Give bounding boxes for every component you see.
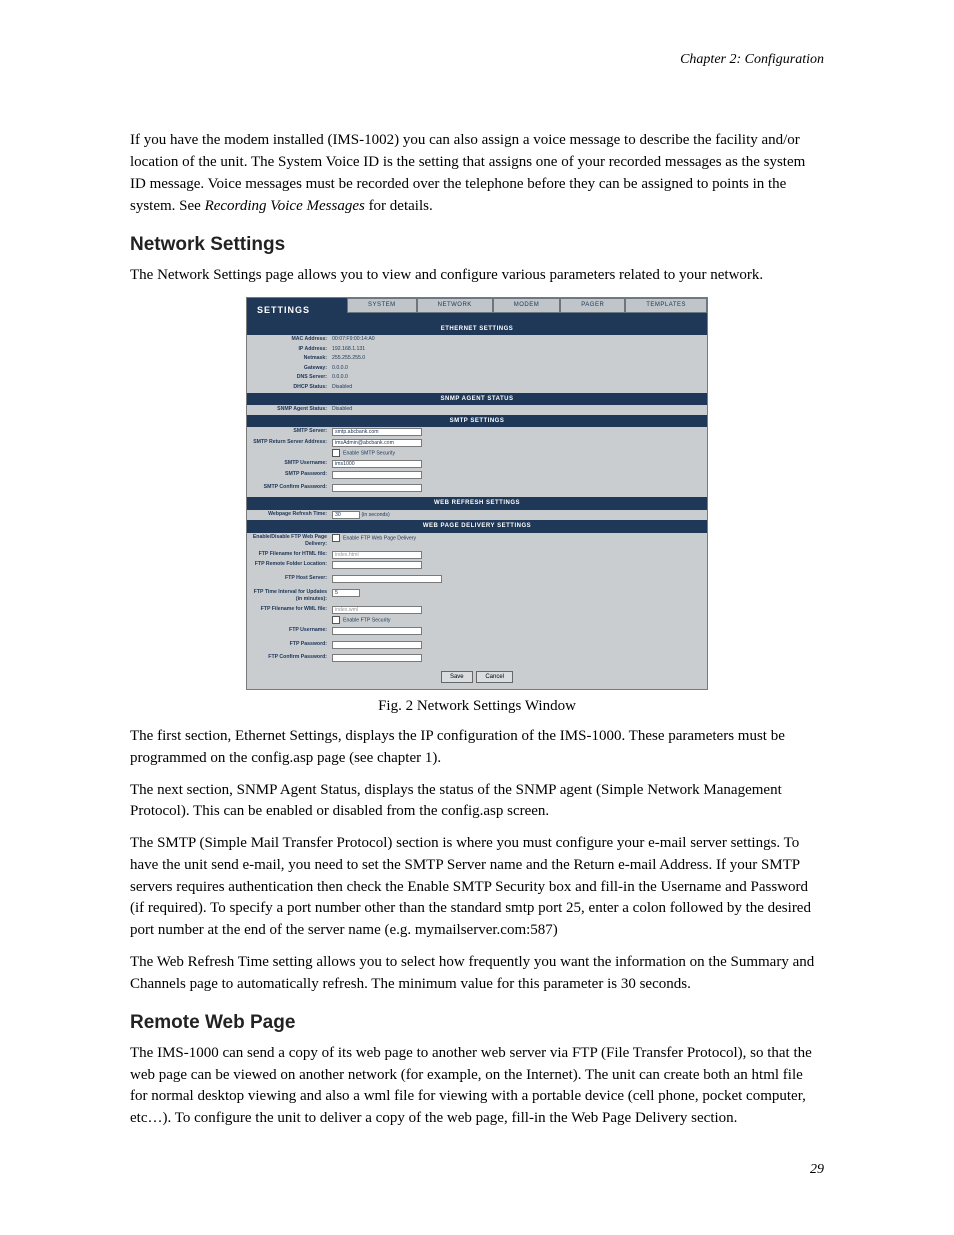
refresh-label: Webpage Refresh Time: [247, 511, 330, 520]
refresh-units: (in seconds) [361, 512, 389, 518]
smtp-cpwd-input[interactable] [332, 484, 422, 492]
ftp-pwd-input[interactable] [332, 641, 422, 649]
tab-network[interactable]: NETWORK [417, 298, 493, 313]
section-wpd: WEB PAGE DELIVERY SETTINGS [247, 520, 707, 533]
tab-pager[interactable]: PAGER [560, 298, 625, 313]
ftp-security-text: Enable FTP Security [343, 618, 390, 624]
gateway-label: Gateway: [247, 365, 330, 373]
para-ethernet: The first section, Ethernet Settings, di… [130, 726, 824, 770]
ss-title: SETTINGS [247, 298, 347, 323]
ftp-html-input[interactable]: index.html [332, 551, 422, 559]
smtp-server-label: SMTP Server: [247, 428, 330, 437]
ip-label: IP Address: [247, 346, 330, 354]
mac-label: MAC Address: [247, 336, 330, 344]
snmp-value: Disabled [330, 406, 707, 414]
para-smtp: The SMTP (Simple Mail Transfer Protocol)… [130, 833, 824, 942]
tab-modem[interactable]: MODEM [493, 298, 560, 313]
dns-value: 0.0.0.0 [330, 374, 707, 382]
smtp-user-label: SMTP Username: [247, 460, 330, 469]
section-web-refresh: WEB REFRESH SETTINGS [247, 497, 707, 510]
section-snmp: SNMP AGENT STATUS [247, 393, 707, 406]
ftp-wml-label: FTP Filename for WML file: [247, 606, 330, 615]
intro-em: Recording Voice Messages [205, 198, 365, 214]
chapter-header: Chapter 2: Configuration [130, 50, 824, 70]
smtp-pwd-label: SMTP Password: [247, 471, 330, 483]
network-settings-screenshot: SETTINGS SYSTEM NETWORK MODEM PAGER TEMP… [246, 297, 708, 691]
section-smtp: SMTP SETTINGS [247, 415, 707, 428]
ip-value: 192.168.1.131 [330, 346, 707, 354]
smtp-pwd-input[interactable] [332, 471, 422, 479]
intro-paragraph: If you have the modem installed (IMS-100… [130, 130, 824, 217]
dhcp-value: Disabled [330, 384, 707, 392]
dns-label: DNS Server: [247, 374, 330, 382]
ftp-interval-input[interactable]: 5 [332, 589, 360, 597]
ftp-wml-input[interactable]: index.wml [332, 606, 422, 614]
ftp-host-input[interactable] [332, 575, 442, 583]
wpd-enable-text: Enable FTP Web Page Delivery [343, 535, 416, 541]
heading-network-settings: Network Settings [130, 231, 824, 259]
ftp-pwd-label: FTP Password: [247, 641, 330, 653]
smtp-server-input[interactable]: smtp.abcbank.com [332, 428, 422, 436]
para-web-refresh: The Web Refresh Time setting allows you … [130, 952, 824, 996]
wpd-enable-checkbox[interactable] [332, 534, 340, 542]
ftp-user-label: FTP Username: [247, 627, 330, 639]
smtp-return-label: SMTP Return Server Address: [247, 439, 330, 448]
dhcp-label: DHCP Status: [247, 384, 330, 392]
smtp-security-label: Enable SMTP Security [343, 451, 395, 457]
heading-remote-web-page: Remote Web Page [130, 1009, 824, 1037]
netmask-value: 255.255.255.0 [330, 355, 707, 363]
ftp-host-label: FTP Host Server: [247, 575, 330, 587]
figure-caption: Fig. 2 Network Settings Window [130, 696, 824, 718]
snmp-label: SNMP Agent Status: [247, 406, 330, 414]
ftp-loc-input[interactable] [332, 561, 422, 569]
smtp-user-input[interactable]: ims1000 [332, 460, 422, 468]
save-button[interactable]: Save [441, 671, 473, 684]
ftp-cpwd-label: FTP Confirm Password: [247, 654, 330, 666]
tab-templates[interactable]: TEMPLATES [625, 298, 707, 313]
ftp-user-input[interactable] [332, 627, 422, 635]
ftp-loc-label: FTP Remote Folder Location: [247, 561, 330, 573]
refresh-input[interactable]: 30 [332, 511, 360, 519]
ftp-security-checkbox[interactable] [332, 616, 340, 624]
para-remote: The IMS-1000 can send a copy of its web … [130, 1043, 824, 1130]
netmask-label: Netmask: [247, 355, 330, 363]
ftp-html-label: FTP Filename for HTML file: [247, 551, 330, 560]
smtp-cpwd-label: SMTP Confirm Password: [247, 484, 330, 496]
network-p1: The Network Settings page allows you to … [130, 265, 824, 287]
page-number: 29 [130, 1160, 824, 1180]
wpd-enable-label: Enable/Disable FTP Web Page Delivery: [247, 534, 330, 549]
cancel-button[interactable]: Cancel [476, 671, 513, 684]
intro-tail: for details. [365, 198, 433, 214]
para-snmp: The next section, SNMP Agent Status, dis… [130, 780, 824, 824]
smtp-security-checkbox[interactable] [332, 449, 340, 457]
ftp-interval-label: FTP Time Interval for Updates (in minute… [247, 589, 330, 604]
tab-system[interactable]: SYSTEM [347, 298, 417, 313]
section-ethernet: ETHERNET SETTINGS [247, 323, 707, 336]
smtp-return-input[interactable]: imsAdmin@abcbank.com [332, 439, 422, 447]
ftp-cpwd-input[interactable] [332, 654, 422, 662]
gateway-value: 0.0.0.0 [330, 365, 707, 373]
mac-value: 00:07:F9:00:14:A0 [330, 336, 707, 344]
